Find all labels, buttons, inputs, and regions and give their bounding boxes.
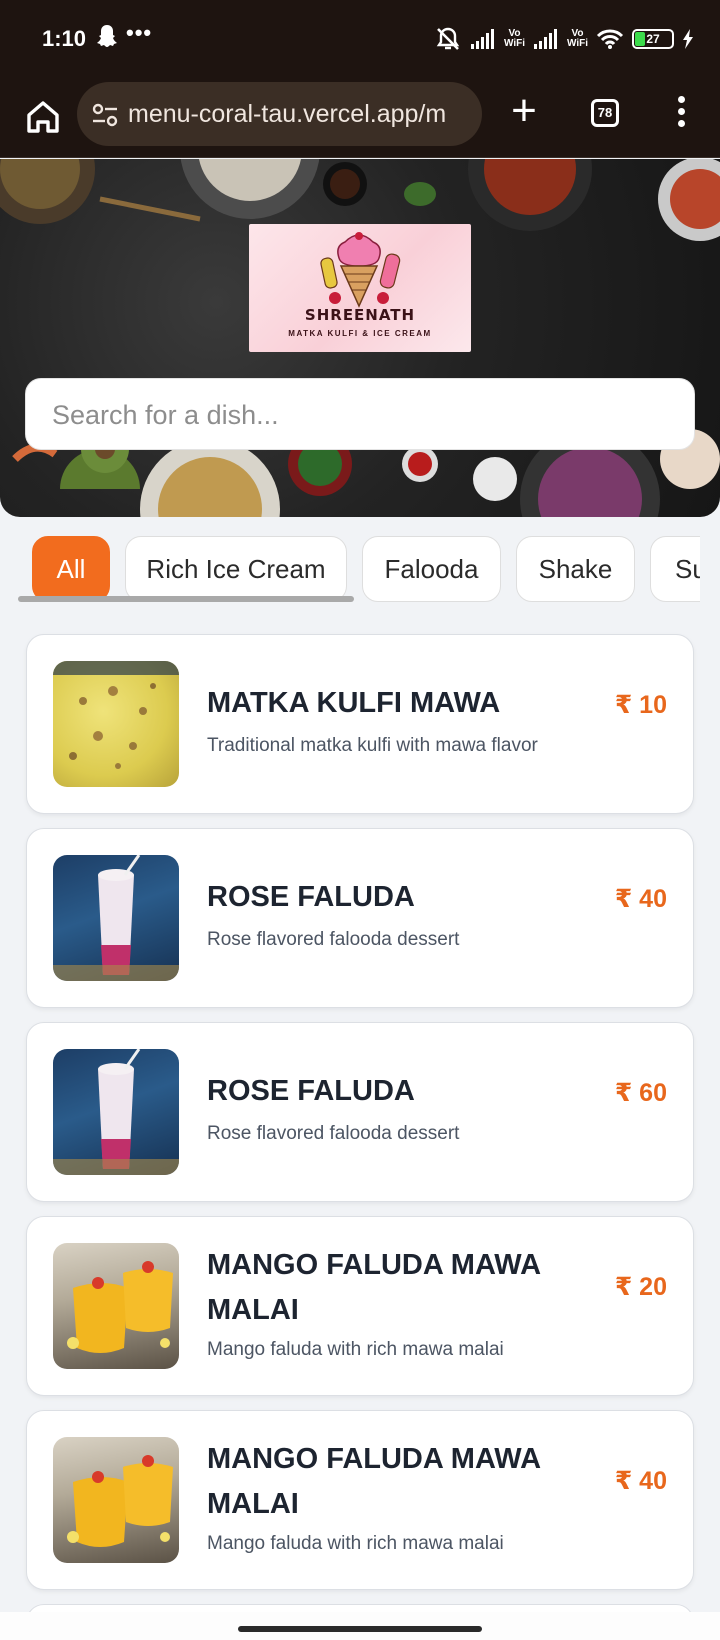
rose-faluda-image [53,855,179,981]
site-settings-icon[interactable] [91,102,119,128]
category-rich-ice-cream[interactable]: Rich Ice Cream [125,536,347,602]
new-tab-button[interactable]: + [506,89,542,133]
kulfi-image [53,661,179,787]
item-price: ₹ 20 [614,1273,667,1301]
charging-icon [683,29,693,49]
status-bar: 1:10 ••• Vo WiFi Vo WiFi 27 [0,0,720,80]
category-falooda[interactable]: Falooda [362,536,501,602]
menu-item-card[interactable]: ROSE FALUDA Rose flavored falooda desser… [26,1022,694,1202]
vowifi-label: Vo WiFi [503,28,525,49]
item-name: ROSE FALUDA [207,881,415,913]
item-description: Mango faluda with rich mawa malai [207,1339,504,1360]
item-name: MANGO FALUDA MAWA MALAI [207,1443,540,1520]
tab-switcher-button[interactable]: 78 [591,99,619,127]
mute-icon [436,27,460,50]
shop-logo: SHREENATH MATKA KULFI & ICE CREAM [249,224,471,352]
item-description: Rose flavored falooda dessert [207,1123,460,1144]
item-name: MATKA KULFI MAWA [207,687,501,719]
mango-faluda-image [53,1437,179,1563]
rose-faluda-image [53,1049,179,1175]
mango-faluda-image [53,1243,179,1369]
url-text[interactable]: menu-coral-tau.vercel.app/m [128,100,470,129]
battery-icon: 27 [632,29,674,49]
signal-icon [533,29,557,49]
home-icon[interactable] [20,94,66,140]
item-price: ₹ 40 [614,1467,667,1495]
item-name: ROSE FALUDA [207,1075,415,1107]
item-price: ₹ 10 [614,691,667,719]
menu-item-card[interactable]: MANGO FALUDA MAWA MALAI Mango faluda wit… [26,1410,694,1590]
signal-icon [470,29,494,49]
item-description: Rose flavored falooda dessert [207,929,460,950]
vowifi-label: Vo WiFi [566,28,588,49]
browser-menu-icon[interactable] [670,94,692,132]
item-description: Traditional matka kulfi with mawa flavor [207,735,538,756]
browser-toolbar: menu-coral-tau.vercel.app/m + 78 [0,80,720,158]
status-more: ••• [126,20,153,45]
menu-item-card[interactable]: MANGO FALUDA MAWA MALAI Mango faluda wit… [26,1216,694,1396]
search-box[interactable] [25,378,695,450]
status-icons: Vo WiFi Vo WiFi 27 [434,22,694,56]
item-price: ₹ 40 [614,885,667,913]
status-time: 1:10 [42,26,87,51]
item-name: MANGO FALUDA MAWA MALAI [207,1249,540,1326]
logo-subtitle: MATKA KULFI & ICE CREAM [288,329,432,338]
menu-item-card[interactable]: ROSE FALUDA Rose flavored falooda desser… [26,828,694,1008]
item-price: ₹ 60 [614,1079,667,1107]
search-input[interactable] [52,393,662,437]
wifi-icon [596,29,624,49]
item-description: Mango faluda with rich mawa malai [207,1533,504,1554]
category-tabs[interactable]: All Rich Ice Cream Falooda Shake Su [18,536,700,604]
category-shake[interactable]: Shake [516,536,635,602]
category-su[interactable]: Su [650,536,700,602]
home-indicator[interactable] [238,1626,482,1632]
category-all[interactable]: All [32,536,110,602]
snapchat-icon [97,25,117,47]
category-scrollbar[interactable] [18,596,354,602]
hero-banner: SHREENATH MATKA KULFI & ICE CREAM [0,159,720,517]
logo-title: SHREENATH [304,306,416,324]
address-bar[interactable]: menu-coral-tau.vercel.app/m [77,82,482,146]
menu-item-card[interactable]: MATKA KULFI MAWA Traditional matka kulfi… [26,634,694,814]
